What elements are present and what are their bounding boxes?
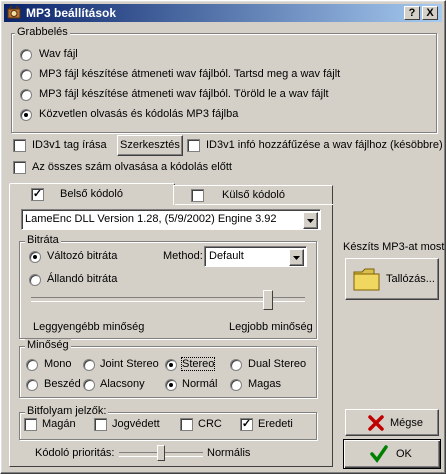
help-button[interactable]: ?: [404, 6, 420, 20]
method-label: Method:: [163, 250, 203, 262]
priority-value: Normális: [207, 447, 251, 459]
bitstream-flags-label: Bitfolyam jelzők:: [25, 405, 109, 417]
method-dropdown-button[interactable]: [289, 249, 304, 266]
edit-id3-button-label: Szerkesztés: [120, 139, 180, 151]
quality-slider-max-label: Legjobb minőség: [229, 321, 313, 333]
edit-id3-button[interactable]: Szerkesztés: [117, 135, 183, 156]
method-select-value: Default: [209, 250, 244, 262]
external-encoder-checkbox[interactable]: [191, 189, 204, 202]
tab-internal-encoder-label: Belső kódoló: [60, 188, 123, 200]
app-icon: [7, 5, 21, 19]
quality-group-label: Minőség: [25, 339, 71, 351]
flag-crc-label[interactable]: CRC: [198, 418, 222, 430]
read-all-label[interactable]: Az összes szám olvasása a kódolás előtt: [32, 161, 232, 173]
folder-icon: [353, 268, 380, 291]
mode-joint-stereo-label[interactable]: Joint Stereo: [100, 358, 159, 370]
grab-option-keep-wav-radio[interactable]: [20, 69, 32, 81]
id3-append-checkbox[interactable]: [187, 139, 200, 152]
grab-option-wav-label[interactable]: Wav fájl: [39, 48, 78, 60]
flag-private-label[interactable]: Magán: [42, 418, 76, 430]
flag-copyright-checkbox[interactable]: [94, 418, 107, 431]
tab-internal-encoder[interactable]: ✓ Belső kódoló: [9, 183, 175, 205]
tab-panel-top-edge: [175, 204, 333, 205]
quality-speech-radio[interactable]: [26, 379, 38, 391]
save-now-label: Készíts MP3-at most: [343, 241, 445, 253]
constant-bitrate-label[interactable]: Állandó bitráta: [47, 273, 117, 285]
constant-bitrate-radio[interactable]: [29, 274, 41, 286]
mode-mono-radio[interactable]: [26, 359, 38, 371]
encoder-dropdown-button[interactable]: [303, 212, 318, 229]
priority-slider-thumb[interactable]: [157, 445, 165, 461]
flag-original-label[interactable]: Eredeti: [258, 418, 293, 430]
priority-label: Kódoló prioritás:: [35, 447, 115, 459]
grab-option-delete-wav-radio[interactable]: [20, 89, 32, 101]
variable-bitrate-label[interactable]: Változó bitráta: [47, 250, 117, 262]
mode-joint-stereo-radio[interactable]: [83, 359, 95, 371]
quality-normal-label[interactable]: Normál: [182, 378, 217, 390]
id3-tag-checkbox[interactable]: [13, 139, 26, 152]
internal-encoder-checkbox[interactable]: ✓: [31, 188, 44, 201]
encoder-select-value: LameEnc DLL Version 1.28, (5/9/2002) Eng…: [25, 213, 277, 225]
variable-bitrate-radio[interactable]: [29, 251, 41, 263]
cancel-button[interactable]: Mégse: [345, 409, 439, 436]
mode-stereo-radio[interactable]: [165, 359, 177, 371]
bitrate-group-label: Bitráta: [25, 234, 61, 246]
grab-option-direct-label[interactable]: Közvetlen olvasás és kódolás MP3 fájlba: [39, 108, 238, 120]
grab-option-delete-wav-label[interactable]: MP3 fájl készítése átmeneti wav fájlból.…: [39, 88, 329, 100]
quality-high-radio[interactable]: [230, 379, 242, 391]
quality-high-label[interactable]: Magas: [248, 378, 281, 390]
quality-slider-thumb[interactable]: [263, 290, 274, 310]
close-button[interactable]: X: [422, 6, 438, 20]
browse-button[interactable]: Tallózás...: [345, 258, 439, 300]
quality-speech-label[interactable]: Beszéd: [44, 378, 81, 390]
cancel-button-label: Mégse: [390, 417, 424, 429]
quality-slider-min-label: Leggyengébb minőség: [33, 321, 145, 333]
id3-tag-label[interactable]: ID3v1 tag írása: [32, 139, 107, 151]
method-select[interactable]: Default: [204, 246, 307, 267]
mode-mono-label[interactable]: Mono: [44, 358, 72, 370]
tab-external-encoder-label: Külső kódoló: [222, 189, 285, 201]
checkmark-icon: [370, 445, 388, 463]
quality-normal-radio[interactable]: [165, 379, 177, 391]
ok-button[interactable]: OK: [343, 439, 441, 469]
flag-private-checkbox[interactable]: [24, 418, 37, 431]
flag-copyright-label[interactable]: Jogvédett: [112, 418, 160, 430]
mode-dual-stereo-label[interactable]: Dual Stereo: [248, 358, 306, 370]
quality-low-radio[interactable]: [83, 379, 95, 391]
cancel-x-icon: [368, 415, 384, 431]
id3-append-label[interactable]: ID3v1 infó hozzáfűzése a wav fájlhoz (ké…: [206, 139, 443, 151]
quality-low-label[interactable]: Alacsony: [100, 378, 145, 390]
browse-button-label: Tallózás...: [386, 273, 435, 285]
ok-button-label: OK: [396, 448, 412, 460]
grab-group-label: Grabbelés: [15, 26, 70, 38]
mode-dual-stereo-radio[interactable]: [230, 359, 242, 371]
flag-crc-checkbox[interactable]: [180, 418, 193, 431]
grab-option-direct-radio[interactable]: [20, 109, 32, 121]
title-bar[interactable]: MP3 beállítások ? X: [4, 4, 442, 22]
flag-original-checkbox[interactable]: ✓: [240, 418, 253, 431]
chevron-down-icon: [293, 256, 300, 260]
read-all-checkbox[interactable]: [13, 161, 26, 174]
grab-option-wav-radio[interactable]: [20, 49, 32, 61]
window-title: MP3 beállítások: [26, 6, 117, 20]
encoder-select[interactable]: LameEnc DLL Version 1.28, (5/9/2002) Eng…: [21, 209, 321, 230]
mode-stereo-label[interactable]: Stereo: [180, 357, 216, 371]
chevron-down-icon: [307, 219, 314, 223]
tab-external-encoder[interactable]: Külső kódoló: [173, 185, 333, 205]
grab-option-keep-wav-label[interactable]: MP3 fájl készítése átmeneti wav fájlból.…: [39, 68, 340, 80]
dialog-window: MP3 beállítások ? X Grabbelés Wav fájl M…: [0, 0, 446, 474]
